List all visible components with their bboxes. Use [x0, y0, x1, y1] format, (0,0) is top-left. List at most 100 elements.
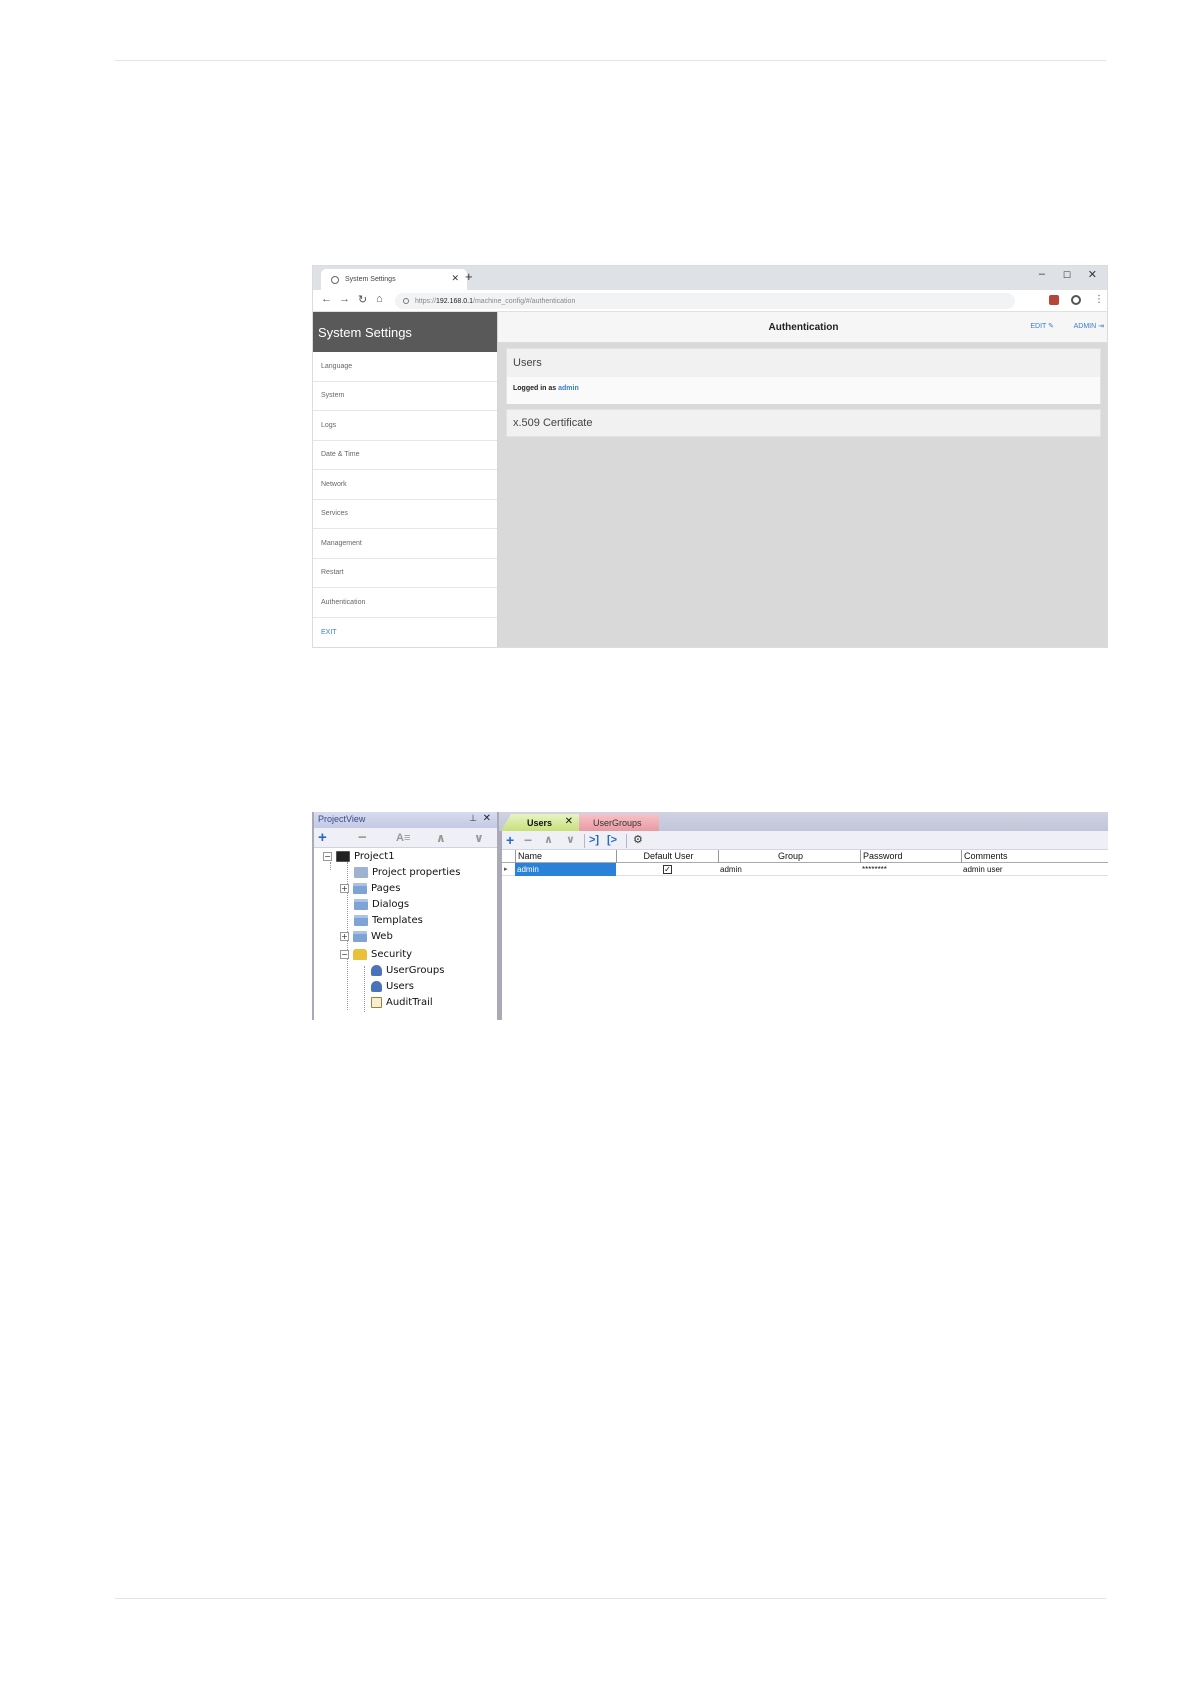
menu-icon[interactable]: ⋮: [1094, 295, 1104, 305]
editor-toolbar: + − ∧ ∨ >] [> ⚙: [502, 831, 1108, 850]
sidebar-item-date-time[interactable]: Date & Time: [313, 441, 497, 470]
tree-node-templates[interactable]: Templates: [354, 913, 423, 927]
close-panel-icon[interactable]: ✕: [483, 813, 491, 824]
tree-node-pages[interactable]: + Pages: [340, 881, 400, 895]
remove-icon[interactable]: −: [358, 829, 367, 847]
move-up-icon[interactable]: ∧: [544, 831, 553, 850]
tree-node-web[interactable]: + Web: [340, 929, 393, 943]
tree-label-security: Security: [371, 948, 413, 960]
admin-logout-button[interactable]: ADMIN ⇥: [1074, 322, 1104, 330]
logout-icon: ⇥: [1098, 323, 1104, 330]
cell-password[interactable]: ********: [860, 863, 961, 876]
settings-sidebar: System Settings Language System Logs Dat…: [313, 312, 498, 648]
cell-name[interactable]: admin: [515, 863, 616, 876]
settings-gear-icon[interactable]: ⚙: [633, 831, 643, 850]
sidebar-item-language[interactable]: Language: [313, 352, 497, 382]
address-bar[interactable]: https://192.168.0.1/machine_config/#/aut…: [395, 293, 1015, 309]
system-settings-app: System Settings Language System Logs Dat…: [313, 312, 1107, 648]
column-default-user[interactable]: Default User: [616, 850, 718, 863]
rename-icon[interactable]: A≡: [396, 829, 410, 847]
tree-node-audittrail[interactable]: AuditTrail: [371, 995, 433, 1009]
users-panel[interactable]: Users Logged in as admin: [506, 348, 1101, 404]
account-icon[interactable]: [1071, 295, 1081, 305]
properties-icon: [354, 866, 368, 878]
editor-body: + − ∧ ∨ >] [> ⚙ Name Default User Group …: [499, 831, 1108, 1020]
back-icon[interactable]: ←: [321, 293, 332, 305]
tree-node-project[interactable]: − Project1: [323, 849, 395, 863]
add-user-icon[interactable]: +: [506, 831, 514, 850]
maximize-icon[interactable]: ☐: [1063, 270, 1071, 281]
move-up-icon[interactable]: ∧: [436, 829, 446, 847]
browser-tab[interactable]: System Settings ✕: [321, 269, 467, 290]
sidebar-item-exit[interactable]: EXIT: [313, 618, 497, 648]
folder-icon: [354, 898, 368, 910]
users-icon: [371, 980, 382, 992]
minimize-icon[interactable]: –: [1039, 268, 1045, 280]
expand-icon[interactable]: +: [340, 883, 349, 893]
browser-toolbar: ← → ↻ ⌂ https://192.168.0.1/machine_conf…: [313, 290, 1107, 312]
cell-group[interactable]: admin: [718, 863, 860, 876]
table-row[interactable]: ▸ admin ✓ admin ******** admin user: [502, 863, 1108, 876]
page-header-rule: [115, 60, 1106, 61]
url-host: 192.168.0.1: [436, 297, 473, 305]
home-icon[interactable]: ⌂: [376, 293, 383, 305]
cell-comments[interactable]: admin user: [961, 863, 1108, 876]
certificate-panel-title: x.509 Certificate: [513, 417, 593, 429]
collapse-icon[interactable]: −: [323, 851, 332, 861]
tree-label-users: Users: [386, 980, 415, 992]
sidebar-item-restart[interactable]: Restart: [313, 559, 497, 588]
tree-node-security[interactable]: − Security: [340, 947, 412, 961]
certificate-panel[interactable]: x.509 Certificate: [506, 409, 1101, 437]
close-window-icon[interactable]: ✕: [1088, 268, 1097, 281]
forward-icon[interactable]: →: [339, 293, 350, 305]
column-comments[interactable]: Comments: [961, 850, 1108, 863]
close-tab-icon[interactable]: ✕: [451, 273, 459, 284]
move-down-icon[interactable]: ∨: [566, 831, 575, 850]
sidebar-item-authentication[interactable]: Authentication: [313, 588, 497, 618]
users-panel-title: Users: [513, 357, 542, 369]
expand-icon[interactable]: +: [340, 931, 349, 941]
move-down-icon[interactable]: ∨: [474, 829, 484, 847]
remove-user-icon[interactable]: −: [524, 831, 532, 850]
tree-node-users[interactable]: Users: [371, 979, 414, 993]
tree-node-project-properties[interactable]: Project properties: [354, 865, 460, 879]
users-editor: Users ✕ UserGroups + − ∧ ∨ >] [> ⚙ Name …: [499, 812, 1108, 1020]
tree-label-usergroups: UserGroups: [386, 964, 445, 976]
column-name[interactable]: Name: [515, 850, 616, 863]
page-footer-rule: [115, 1598, 1106, 1599]
tree-node-dialogs[interactable]: Dialogs: [354, 897, 409, 911]
close-tab-icon[interactable]: ✕: [565, 816, 573, 827]
tree-label-pages: Pages: [371, 882, 401, 894]
sidebar-item-logs[interactable]: Logs: [313, 411, 497, 441]
tab-usergroups[interactable]: UserGroups: [579, 814, 659, 831]
collapse-icon[interactable]: −: [340, 949, 349, 959]
export-icon[interactable]: [>: [607, 831, 617, 850]
project-view-title: ProjectView: [318, 814, 366, 824]
new-tab-button[interactable]: +: [465, 269, 473, 284]
tab-users[interactable]: Users ✕: [501, 814, 579, 831]
tab-usergroups-label: UserGroups: [593, 817, 642, 828]
browser-screenshot: System Settings ✕ + – ☐ ✕ ← → ↻ ⌂ https:…: [312, 265, 1108, 648]
add-icon[interactable]: +: [318, 829, 327, 847]
folder-icon: [353, 882, 367, 894]
import-icon[interactable]: >]: [589, 831, 599, 850]
page-title: Authentication: [768, 322, 839, 333]
sidebar-item-services[interactable]: Services: [313, 500, 497, 529]
column-password[interactable]: Password: [860, 850, 961, 863]
sidebar-item-management[interactable]: Management: [313, 529, 497, 559]
user-groups-icon: [371, 964, 382, 976]
tree-node-usergroups[interactable]: UserGroups: [371, 963, 444, 977]
pdf-extension-icon[interactable]: [1049, 295, 1059, 305]
edit-button[interactable]: EDIT ✎: [1030, 322, 1054, 330]
sidebar-item-network[interactable]: Network: [313, 470, 497, 500]
reload-icon[interactable]: ↻: [358, 293, 367, 306]
url-scheme: https://: [415, 297, 437, 305]
url-path: /machine_config/#/authentication: [473, 297, 576, 305]
default-user-checkbox[interactable]: ✓: [663, 865, 672, 874]
lock-icon: [403, 298, 409, 304]
browser-tab-title: System Settings: [345, 276, 396, 283]
column-group[interactable]: Group: [718, 850, 860, 863]
pin-icon[interactable]: ⊥: [469, 813, 477, 824]
sidebar-item-system[interactable]: System: [313, 382, 497, 411]
edit-icon: ✎: [1048, 323, 1054, 330]
